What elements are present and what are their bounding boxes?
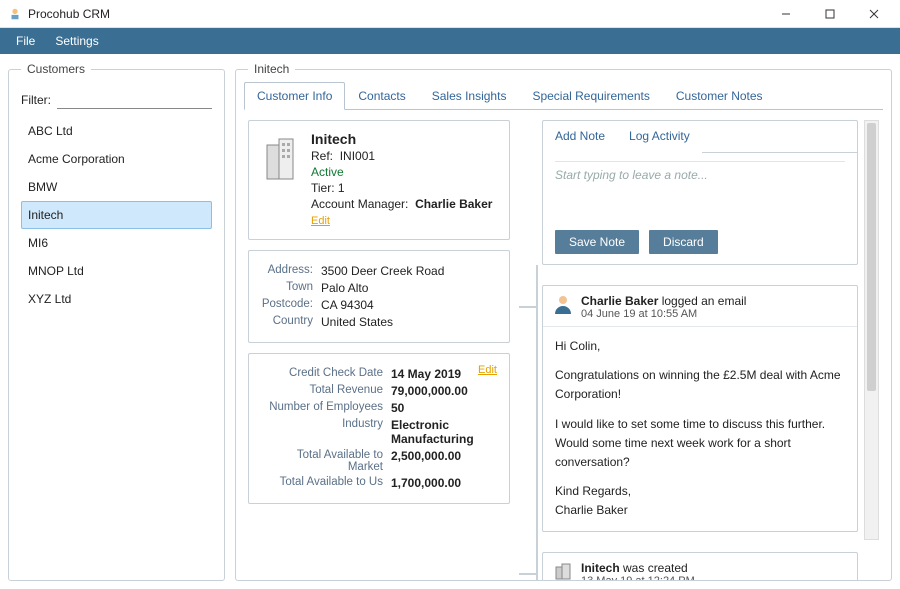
revenue-label: Total Revenue bbox=[261, 384, 391, 398]
address-card: Address:3500 Deer Creek Road TownPalo Al… bbox=[248, 250, 510, 343]
timeline-action: was created bbox=[623, 561, 688, 575]
customer-item[interactable]: MI6 bbox=[21, 229, 212, 257]
timeline-action: logged an email bbox=[662, 294, 747, 308]
country-value: United States bbox=[321, 315, 497, 329]
tam-value: 2,500,000.00 bbox=[391, 449, 497, 473]
credit-check-label: Credit Check Date bbox=[261, 367, 391, 381]
tau-label: Total Available to Us bbox=[261, 476, 391, 490]
detail-panel: Initech Customer Info Contacts Sales Ins… bbox=[235, 62, 892, 581]
ref-value: INI001 bbox=[340, 149, 375, 163]
account-manager-label: Account Manager: bbox=[311, 197, 408, 211]
address-label: Address: bbox=[261, 264, 321, 278]
employees-label: Number of Employees bbox=[261, 401, 391, 415]
tab-sales-insights[interactable]: Sales Insights bbox=[419, 82, 520, 109]
email-line: Congratulations on winning the £2.5M dea… bbox=[555, 366, 845, 404]
window-title: Procohub CRM bbox=[28, 7, 764, 21]
note-composer-card: Add Note Log Activity Save Note Discard bbox=[542, 120, 858, 265]
company-name: Initech bbox=[311, 131, 492, 147]
discard-note-button[interactable]: Discard bbox=[649, 230, 718, 254]
window-maximize-button[interactable] bbox=[808, 0, 852, 28]
customer-item[interactable]: XYZ Ltd bbox=[21, 285, 212, 313]
menu-settings[interactable]: Settings bbox=[45, 30, 108, 52]
timeline-actor: Initech bbox=[581, 561, 620, 575]
customer-item[interactable]: Acme Corporation bbox=[21, 145, 212, 173]
customer-item[interactable]: ABC Ltd bbox=[21, 117, 212, 145]
building-icon bbox=[261, 135, 301, 183]
country-label: Country bbox=[261, 315, 321, 329]
tab-contacts[interactable]: Contacts bbox=[345, 82, 418, 109]
filter-label: Filter: bbox=[21, 93, 51, 107]
town-label: Town bbox=[261, 281, 321, 295]
building-icon bbox=[553, 561, 573, 581]
tau-value: 1,700,000.00 bbox=[391, 476, 497, 490]
timeline-item: Charlie Baker logged an email 04 June 19… bbox=[542, 285, 858, 532]
filter-input[interactable] bbox=[57, 90, 212, 109]
ref-label: Ref: bbox=[311, 149, 333, 163]
tab-customer-notes[interactable]: Customer Notes bbox=[663, 82, 776, 109]
tab-special-requirements[interactable]: Special Requirements bbox=[519, 82, 662, 109]
stats-card: Edit Credit Check Date14 May 2019 Total … bbox=[248, 353, 510, 504]
timeline-timestamp: 04 June 19 at 10:55 AM bbox=[581, 308, 746, 320]
address-value: 3500 Deer Creek Road bbox=[321, 264, 497, 278]
tam-label: Total Available to Market bbox=[261, 449, 391, 473]
timeline-body: Hi Colin, Congratulations on winning the… bbox=[543, 326, 857, 531]
scrollbar-thumb[interactable] bbox=[867, 123, 876, 391]
person-icon bbox=[553, 294, 573, 314]
detail-tabs: Customer Info Contacts Sales Insights Sp… bbox=[244, 82, 883, 110]
postcode-value: CA 94304 bbox=[321, 298, 497, 312]
tier-value: 1 bbox=[338, 181, 345, 195]
credit-check-value: 14 May 2019 bbox=[391, 367, 478, 381]
industry-label: Industry bbox=[261, 418, 391, 446]
window-minimize-button[interactable] bbox=[764, 0, 808, 28]
account-manager: Charlie Baker bbox=[415, 197, 492, 211]
company-summary-card: Initech Ref: INI001 Active Tier: 1 Accou… bbox=[248, 120, 510, 240]
timeline-item: Initech was created 13 May 19 at 12:24 P… bbox=[542, 552, 858, 582]
note-input[interactable] bbox=[555, 161, 845, 217]
email-line: Charlie Baker bbox=[555, 503, 628, 517]
customer-list: ABC Ltd Acme Corporation BMW Initech MI6… bbox=[21, 117, 212, 313]
detail-legend: Initech bbox=[248, 62, 295, 76]
email-line: Hi Colin, bbox=[555, 337, 845, 356]
email-line: I would like to set some time to discuss… bbox=[555, 415, 845, 473]
status-badge: Active bbox=[311, 165, 492, 179]
edit-company-link[interactable]: Edit bbox=[311, 215, 330, 227]
window-titlebar: Procohub CRM bbox=[0, 0, 900, 28]
vertical-scrollbar[interactable] bbox=[864, 120, 879, 540]
timeline-timestamp: 13 May 19 at 12:24 PM bbox=[581, 575, 695, 582]
customer-item[interactable]: Initech bbox=[21, 201, 212, 229]
employees-value: 50 bbox=[391, 401, 497, 415]
window-close-button[interactable] bbox=[852, 0, 896, 28]
tab-customer-info[interactable]: Customer Info bbox=[244, 82, 345, 110]
app-logo-icon bbox=[8, 7, 22, 21]
industry-value: Electronic Manufacturing bbox=[391, 418, 497, 446]
timeline-actor: Charlie Baker bbox=[581, 294, 658, 308]
revenue-value: 79,000,000.00 bbox=[391, 384, 497, 398]
customers-legend: Customers bbox=[21, 62, 91, 76]
email-line: Kind Regards, bbox=[555, 484, 631, 498]
edit-stats-link[interactable]: Edit bbox=[478, 364, 497, 376]
customer-item[interactable]: MNOP Ltd bbox=[21, 257, 212, 285]
menubar: File Settings bbox=[0, 28, 900, 54]
customer-item[interactable]: BMW bbox=[21, 173, 212, 201]
town-value: Palo Alto bbox=[321, 281, 497, 295]
tier-label: Tier: bbox=[311, 181, 335, 195]
note-tab-log[interactable]: Log Activity bbox=[617, 121, 702, 153]
note-tab-add[interactable]: Add Note bbox=[543, 121, 617, 153]
save-note-button[interactable]: Save Note bbox=[555, 230, 639, 254]
menu-file[interactable]: File bbox=[6, 30, 45, 52]
activity-thread: Charlie Baker logged an email 04 June 19… bbox=[542, 265, 858, 581]
postcode-label: Postcode: bbox=[261, 298, 321, 312]
customers-panel: Customers Filter: ABC Ltd Acme Corporati… bbox=[8, 62, 225, 581]
